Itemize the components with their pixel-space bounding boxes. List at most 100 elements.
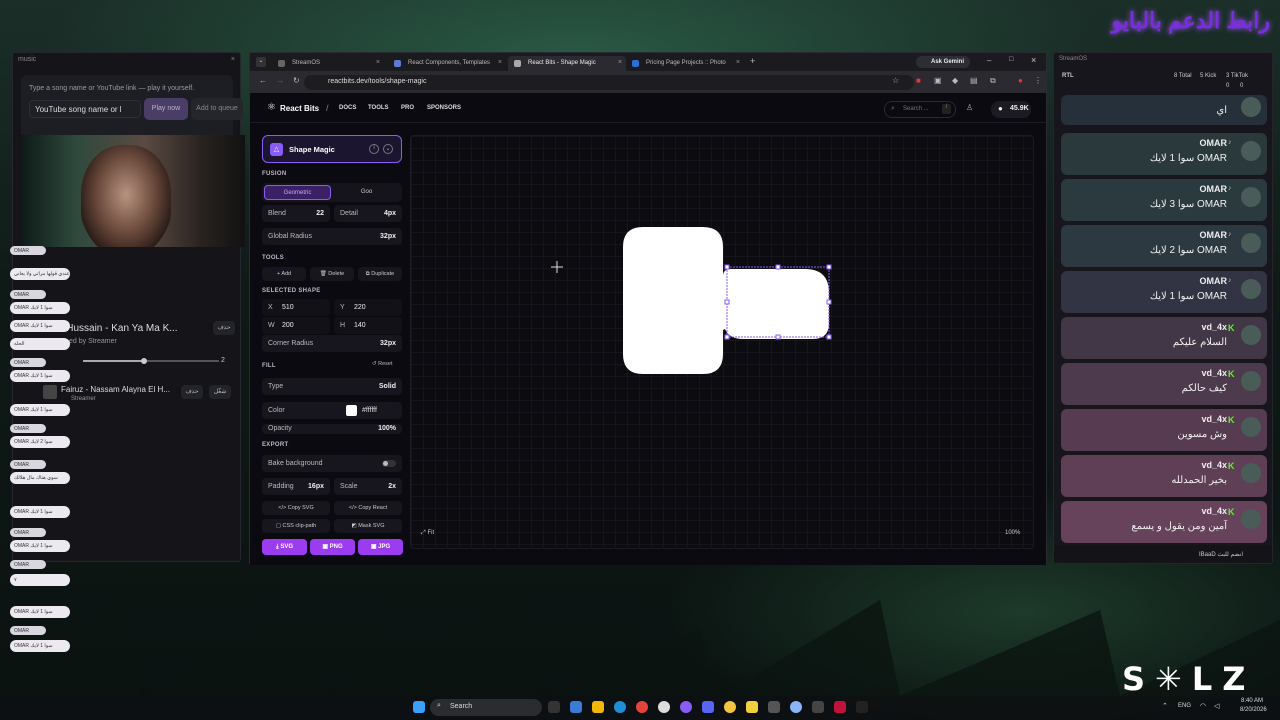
clock-date[interactable]: 8/20/2026 xyxy=(1240,707,1267,713)
app-icon[interactable] xyxy=(856,701,868,713)
bookmark-star-icon[interactable]: ☆ xyxy=(892,76,899,85)
clock-time[interactable]: 8:40 AM xyxy=(1241,698,1263,704)
discord-icon[interactable] xyxy=(702,701,714,713)
app-icon[interactable] xyxy=(548,701,560,713)
user-icon[interactable]: ♙ xyxy=(966,103,973,112)
shape-canvas[interactable]: ⤢ Fit 100% xyxy=(410,135,1034,549)
volume-icon[interactable]: ◁ xyxy=(1214,702,1219,710)
mode-geometric[interactable]: Geometric xyxy=(264,185,331,200)
app-icon[interactable] xyxy=(570,701,582,713)
reload-icon[interactable]: ↻ xyxy=(293,76,300,85)
maximize-icon[interactable]: □ xyxy=(1009,56,1013,63)
window-close-icon[interactable]: × xyxy=(1031,55,1036,65)
song-request-input[interactable]: YouTube song name or l xyxy=(29,100,141,118)
blend-field[interactable]: Blend 22 xyxy=(262,205,330,222)
play-now-button[interactable]: Play now xyxy=(144,98,188,120)
nav-pro[interactable]: PRO xyxy=(401,105,414,111)
shape-layer[interactable] xyxy=(411,136,1033,548)
app-icon[interactable] xyxy=(658,701,670,713)
tab-react-bits[interactable]: React Bits - Shape Magic × xyxy=(508,56,626,71)
tab-close-icon[interactable]: × xyxy=(376,59,380,66)
progress-knob[interactable] xyxy=(141,358,147,364)
delete-song-button[interactable]: حذف xyxy=(213,321,235,335)
extension-icon[interactable]: ■ xyxy=(916,76,921,85)
tab-close-icon[interactable]: × xyxy=(618,59,622,66)
taskbar-search[interactable]: ⌕ Search xyxy=(430,699,542,716)
toggle-switch[interactable] xyxy=(382,460,396,467)
duplicate-shape-button[interactable]: ⧉ Duplicate xyxy=(358,267,402,281)
ask-gemini-button[interactable]: Ask Gemini xyxy=(916,56,970,68)
h-field[interactable]: H 140 xyxy=(334,317,402,334)
close-icon[interactable]: × xyxy=(231,56,235,64)
y-field[interactable]: Y 220 xyxy=(334,299,402,316)
css-clip-path-button[interactable]: ▢ CSS clip-path xyxy=(262,519,330,533)
back-icon[interactable]: ← xyxy=(259,76,267,85)
app-icon[interactable] xyxy=(834,701,846,713)
github-stars-button[interactable]: ● 45.9K xyxy=(991,101,1031,118)
download-png-button[interactable]: ▣ PNG xyxy=(310,539,355,555)
app-icon[interactable] xyxy=(790,701,802,713)
mode-goo[interactable]: Goo xyxy=(333,185,400,200)
extensions-puzzle-icon[interactable]: ⧉ xyxy=(990,76,996,86)
video-player[interactable] xyxy=(21,135,245,247)
tab-search-icon[interactable]: ⌄ xyxy=(256,57,266,67)
site-brand[interactable]: React Bits xyxy=(280,104,319,113)
nav-docs[interactable]: DOCS xyxy=(339,105,356,111)
fill-color-field[interactable]: Color #ffffff xyxy=(262,402,402,419)
nav-sponsors[interactable]: SPONSORS xyxy=(427,105,461,111)
site-search-input[interactable]: ⌕ Search ... / xyxy=(884,101,956,118)
tab-close-icon[interactable]: × xyxy=(498,59,502,66)
color-swatch[interactable] xyxy=(346,405,357,416)
fill-type-select[interactable]: Type Solid xyxy=(262,378,402,395)
padding-field[interactable]: Padding 16px xyxy=(262,478,330,495)
new-tab-icon[interactable]: + xyxy=(750,56,755,66)
forward-icon[interactable]: → xyxy=(276,76,284,85)
scale-select[interactable]: Scale 2x xyxy=(334,478,402,495)
extension-icon[interactable]: ◆ xyxy=(952,76,958,85)
queue-delete-button[interactable]: حذف xyxy=(181,385,203,399)
rtl-toggle[interactable]: RTL xyxy=(1062,73,1074,79)
bake-background-toggle[interactable]: Bake background xyxy=(262,455,402,472)
copy-svg-button[interactable]: </> Copy SVG xyxy=(262,501,330,515)
nav-tools[interactable]: TOOLS xyxy=(368,105,389,111)
opacity-field[interactable]: Opacity 100% xyxy=(262,424,402,434)
extension-icon[interactable]: ▤ xyxy=(970,76,978,85)
tab-streamos[interactable]: StreamOS × xyxy=(272,56,384,71)
url-field[interactable]: reactbits.dev/tools/shape-magic xyxy=(304,75,914,90)
add-shape-button[interactable]: + Add xyxy=(262,267,306,281)
chevron-down-icon[interactable]: ⌄ xyxy=(383,144,393,154)
fit-button[interactable]: ⤢ Fit xyxy=(421,530,434,537)
x-field[interactable]: X 510 xyxy=(262,299,330,316)
info-icon[interactable]: i xyxy=(369,144,379,154)
chrome-icon[interactable] xyxy=(636,701,648,713)
tab-close-icon[interactable]: × xyxy=(736,59,740,66)
detail-field[interactable]: Detail 4px xyxy=(334,205,402,222)
copy-react-button[interactable]: </> Copy React xyxy=(334,501,402,515)
notes-icon[interactable] xyxy=(746,701,758,713)
tool-selector[interactable]: △ Shape Magic i ⌄ xyxy=(262,135,402,163)
tab-pricing-page[interactable]: Pricing Page Projects :: Photo × xyxy=(626,56,744,71)
language-indicator[interactable]: ENG xyxy=(1178,703,1191,709)
app-icon[interactable] xyxy=(724,701,736,713)
edge-icon[interactable] xyxy=(614,701,626,713)
add-to-queue-button[interactable]: Add to queue xyxy=(191,98,243,120)
app-icon[interactable] xyxy=(812,701,824,713)
app-icon[interactable] xyxy=(680,701,692,713)
wifi-icon[interactable]: ◠ xyxy=(1200,702,1206,710)
tab-react-components[interactable]: React Components, Templates × xyxy=(388,56,506,71)
minimize-icon[interactable]: – xyxy=(987,56,991,65)
reset-fill-button[interactable]: ↺ Reset xyxy=(372,361,393,367)
w-field[interactable]: W 200 xyxy=(262,317,330,334)
queue-play-button[interactable]: شغّل xyxy=(209,385,231,399)
delete-shape-button[interactable]: 🗑 Delete xyxy=(310,267,354,281)
mask-svg-button[interactable]: ◩ Mask SVG xyxy=(334,519,402,533)
global-radius-field[interactable]: Global Radius 32px xyxy=(262,228,402,245)
progress-bar[interactable] xyxy=(83,360,219,362)
folder-icon[interactable] xyxy=(592,701,604,713)
corner-radius-field[interactable]: Corner Radius 32px xyxy=(262,335,402,352)
app-icon[interactable] xyxy=(768,701,780,713)
extension-icon[interactable]: ▣ xyxy=(934,76,942,85)
profile-avatar-icon[interactable]: ● xyxy=(1018,76,1023,85)
browser-menu-icon[interactable]: ⋮ xyxy=(1034,76,1042,85)
start-icon[interactable] xyxy=(413,701,425,713)
